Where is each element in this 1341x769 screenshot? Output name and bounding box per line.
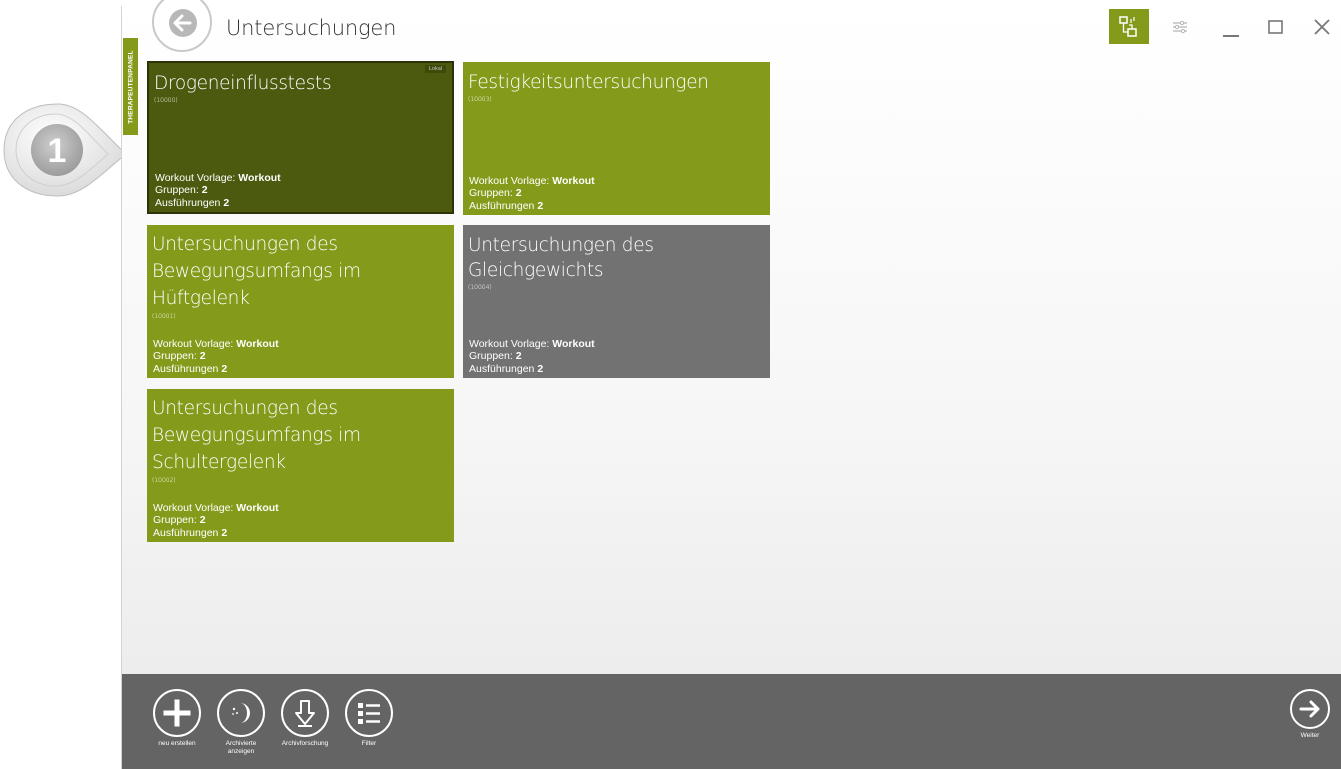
page-title: Untersuchungen <box>226 16 397 40</box>
new-label: neu erstellen <box>158 740 196 747</box>
tile-id: (10001) <box>152 313 176 320</box>
back-button[interactable] <box>152 0 212 52</box>
tile-title: Drogeneinflusstests (10000) <box>154 71 446 105</box>
minimize-icon <box>1223 35 1239 37</box>
show-archived-label: Archivierte anzeigen <box>225 740 257 755</box>
next-label: Weiter <box>1300 732 1320 739</box>
exam-tile-strength[interactable]: Festigkeitsuntersuchungen (10003) Workou… <box>463 62 770 215</box>
show-archived-button[interactable]: Archivierte anzeigen <box>211 689 271 756</box>
settings-sliders-icon <box>1173 20 1187 34</box>
exam-tile-drug-influence[interactable]: Lokal Drogeneinflusstests (10000) Workou… <box>147 61 454 214</box>
tile-meta: Workout Vorlage: Workout Gruppen: 2 Ausf… <box>469 337 595 375</box>
maximize-icon <box>1268 20 1283 34</box>
plus-icon <box>163 699 191 727</box>
app-window: Untersuchungen THERAPEUTENPANEL Lokal Dr… <box>121 0 1341 769</box>
tile-title: Festigkeitsuntersuchungen (10003) <box>468 70 764 104</box>
therapist-panel-label: THERAPEUTENPANEL <box>127 49 134 124</box>
tile-title: Untersuchungen des Bewegungsumfangs im S… <box>152 395 448 485</box>
network-view-button[interactable] <box>1109 9 1149 44</box>
minimize-button[interactable] <box>1213 10 1249 44</box>
download-arrow-icon <box>295 700 315 727</box>
list-filter-icon <box>358 703 380 724</box>
close-icon <box>1314 19 1330 35</box>
title-bar: Untersuchungen <box>122 0 1341 52</box>
tile-meta: Workout Vorlage: Workout Gruppen: 2 Ausf… <box>155 171 281 209</box>
maximize-button[interactable] <box>1258 10 1294 44</box>
tile-id: (10004) <box>468 284 492 291</box>
arrow-left-icon <box>169 9 197 37</box>
next-button[interactable]: Weiter <box>1280 689 1340 740</box>
bottom-toolbar: neu erstellen Archivierte anzeigen Archi… <box>122 674 1341 769</box>
close-button[interactable] <box>1304 10 1340 44</box>
moon-stars-icon <box>232 703 250 723</box>
archive-search-label: Archivforschung <box>281 740 329 747</box>
exam-tile-shoulder-range[interactable]: Untersuchungen des Bewegungsumfangs im S… <box>147 389 454 542</box>
exam-tile-balance[interactable]: Untersuchungen des Gleichgewichts (10004… <box>463 225 770 378</box>
filter-label: Filter <box>361 740 377 747</box>
filter-button[interactable]: Filter <box>339 689 399 748</box>
callout-marker: 1 <box>3 103 127 197</box>
tile-id: (10000) <box>154 97 178 104</box>
new-button[interactable]: neu erstellen <box>147 689 207 748</box>
tile-id: (10003) <box>468 96 492 103</box>
network-icon <box>1119 16 1137 37</box>
tile-title: Untersuchungen des Bewegungsumfangs im H… <box>152 231 448 321</box>
settings-button[interactable] <box>1163 10 1199 44</box>
therapist-panel-tab[interactable]: THERAPEUTENPANEL <box>123 38 138 135</box>
archive-search-button[interactable]: Archivforschung <box>275 689 335 748</box>
tile-meta: Workout Vorlage: Workout Gruppen: 2 Ausf… <box>153 501 279 539</box>
arrow-right-icon <box>1299 700 1320 718</box>
tile-meta: Workout Vorlage: Workout Gruppen: 2 Ausf… <box>153 337 279 375</box>
callout-number: 1 <box>48 132 67 170</box>
exam-tile-hip-range[interactable]: Untersuchungen des Bewegungsumfangs im H… <box>147 225 454 378</box>
tile-title: Untersuchungen des Gleichgewichts (10004… <box>468 233 764 292</box>
tile-meta: Workout Vorlage: Workout Gruppen: 2 Ausf… <box>469 174 595 212</box>
tile-id: (10002) <box>152 477 176 484</box>
